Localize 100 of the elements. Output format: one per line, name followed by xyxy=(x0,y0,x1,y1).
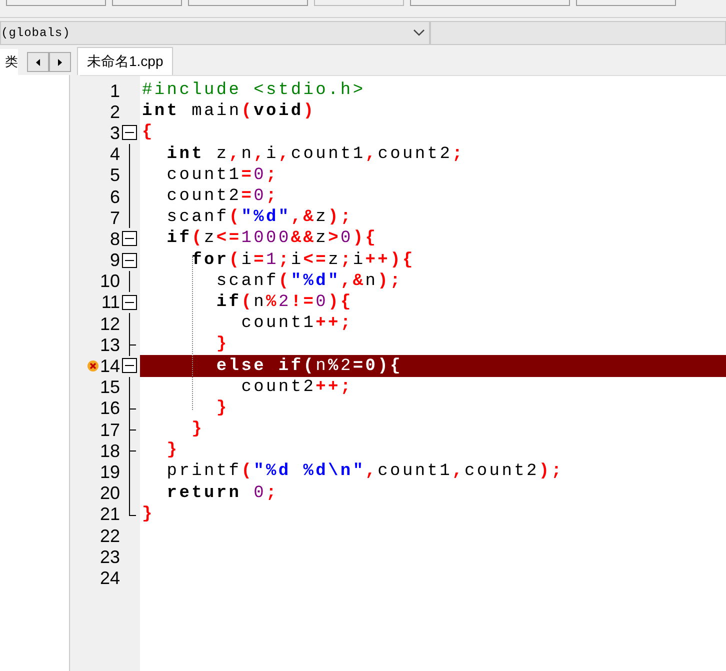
code-token: } xyxy=(166,442,180,460)
code-token: 0 xyxy=(316,294,328,311)
code-token: "%d" xyxy=(290,272,340,290)
code-token: 0 xyxy=(252,484,266,502)
code-token: return xyxy=(166,484,242,502)
line-number: 19 xyxy=(98,462,120,481)
code-token: ; xyxy=(340,252,353,269)
code-token: ( xyxy=(228,209,242,226)
code-token: % xyxy=(328,358,340,375)
code-token: ( xyxy=(241,463,254,480)
code-token: ; xyxy=(266,484,278,502)
line-number: 4 xyxy=(108,145,120,164)
code-token: 0 xyxy=(254,188,266,206)
code-token: % xyxy=(266,294,278,311)
line-number: 6 xyxy=(108,188,120,206)
code-token: ( xyxy=(228,252,242,269)
code-token: i xyxy=(352,252,366,269)
code-token: if xyxy=(215,294,242,311)
code-token: } xyxy=(215,400,229,417)
line-number: 23 xyxy=(98,548,120,566)
code-token: ( xyxy=(192,230,204,248)
line-number: 20 xyxy=(98,484,120,502)
line-number: 15 xyxy=(98,378,120,396)
code-token: 2 xyxy=(340,358,353,375)
code-token: ){ xyxy=(352,230,378,248)
line-number: 2 xyxy=(108,102,120,121)
code-token: scanf xyxy=(215,272,278,290)
code-token: ); xyxy=(538,463,564,480)
code-token: ; xyxy=(266,188,278,206)
line-number: 24 xyxy=(98,568,120,587)
line-number: 11 xyxy=(100,293,120,312)
code-token: ++; xyxy=(316,315,353,332)
code-token: ); xyxy=(328,209,353,226)
side-tab[interactable]: 类 xyxy=(0,49,18,75)
code-token: = xyxy=(241,188,254,206)
code-token: count2 xyxy=(240,378,316,396)
code-token: int xyxy=(142,103,180,120)
code-token: "%d %d\n" xyxy=(254,463,366,480)
code-token: i xyxy=(290,252,304,269)
line-number: 8 xyxy=(108,230,120,248)
code-token: <= xyxy=(216,230,242,248)
code-token: if xyxy=(166,230,192,248)
code-token: n xyxy=(241,146,254,163)
code-token: ,& xyxy=(290,209,316,226)
code-token: main xyxy=(190,103,242,120)
code-token: ++){ xyxy=(365,252,415,269)
line-number: 18 xyxy=(98,442,120,460)
code-token: "%d" xyxy=(241,209,291,226)
line-number: 17 xyxy=(98,420,120,439)
code-token: count1 xyxy=(378,463,452,480)
line-number: 5 xyxy=(108,166,120,184)
code-token: , xyxy=(365,463,378,480)
code-token: , xyxy=(228,146,242,163)
code-token: ; xyxy=(452,146,465,163)
code-token: 2 xyxy=(278,294,291,311)
code-token: ,& xyxy=(340,272,366,290)
scope-value: (globals) xyxy=(1,25,70,42)
code-token: != xyxy=(290,294,316,311)
code-token: ++; xyxy=(316,378,353,396)
code-token: printf xyxy=(166,463,242,480)
code-token: =0){ xyxy=(352,358,402,375)
code-token: } xyxy=(190,421,204,438)
code-token: , xyxy=(254,146,266,163)
line-number: 1 xyxy=(108,82,120,100)
code-token: , xyxy=(278,146,291,163)
line-number: 13 xyxy=(98,336,120,354)
code-token: count2 xyxy=(464,463,539,480)
code-token: #include <stdio.h> xyxy=(142,82,366,100)
code-token: for xyxy=(190,252,229,269)
code-token: 0 xyxy=(254,166,266,184)
code-token: 1 xyxy=(266,252,278,269)
line-number: 3 xyxy=(108,124,120,142)
code-token: z xyxy=(204,230,216,248)
code-token: ; xyxy=(266,166,278,184)
code-token: void xyxy=(254,103,304,120)
code-token: , xyxy=(365,146,378,163)
scope-combo[interactable]: (globals) xyxy=(0,21,430,45)
code-token: n xyxy=(254,294,266,311)
code-token: ) xyxy=(303,103,316,120)
code-token: count1 xyxy=(166,166,242,184)
code-token: scanf xyxy=(166,209,229,226)
line-number: 14 xyxy=(98,357,120,376)
code-token: } xyxy=(215,336,229,354)
code-token: && xyxy=(290,230,316,248)
code-token: , xyxy=(452,463,464,480)
code-token: ( xyxy=(278,272,291,290)
code-token: i xyxy=(241,252,254,269)
code-token: n xyxy=(316,358,328,375)
line-number: 9 xyxy=(108,251,120,270)
code-token: <= xyxy=(303,252,328,269)
code-token: } xyxy=(142,506,154,523)
code-token: count1 xyxy=(290,146,366,163)
line-number: 7 xyxy=(108,208,120,227)
code-token: ){ xyxy=(328,294,353,311)
code-token: z xyxy=(316,230,328,248)
file-tab[interactable]: 未命名1.cpp xyxy=(77,47,174,75)
line-number: 12 xyxy=(98,314,120,333)
code-token: count2 xyxy=(166,188,242,206)
code-token: int xyxy=(166,146,204,163)
code-token: > xyxy=(328,230,340,248)
